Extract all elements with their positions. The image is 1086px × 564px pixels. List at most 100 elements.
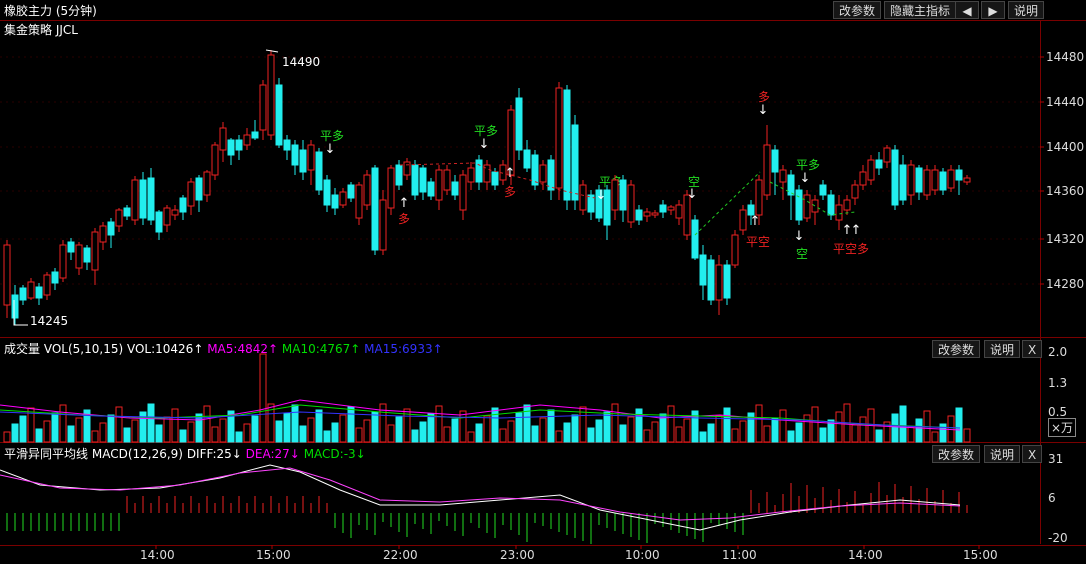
candle-body xyxy=(211,144,219,176)
candle-body xyxy=(227,139,235,156)
macd-help-button[interactable]: 说明 xyxy=(984,445,1021,463)
candle-body xyxy=(67,241,75,253)
candle-body xyxy=(75,244,83,269)
candle-body xyxy=(787,174,795,196)
volume-bar xyxy=(491,407,499,443)
volume-bar xyxy=(419,421,427,443)
volume-bar xyxy=(147,403,155,443)
volume-bar xyxy=(67,425,75,443)
candle-body xyxy=(867,159,875,181)
volume-bar xyxy=(395,416,403,443)
candle-body xyxy=(827,194,835,216)
candle-body xyxy=(475,159,483,183)
volume-label: 成交量 xyxy=(4,342,41,356)
volume-bar xyxy=(339,414,347,443)
candle-body xyxy=(931,169,939,191)
candle-body xyxy=(555,87,563,189)
candle-body xyxy=(355,184,363,219)
volume-bar xyxy=(955,407,963,443)
chart-canvas: ↓↑↓↑↓ ↓↓↑↓↓ ↑↑ xyxy=(0,49,1044,549)
candle-body xyxy=(179,197,187,213)
candle-body xyxy=(171,209,179,216)
volume-bar xyxy=(19,415,27,443)
volume-bar xyxy=(43,420,51,443)
volume-bar xyxy=(131,419,139,443)
candle-body xyxy=(963,177,971,183)
macd-params-button[interactable]: 改参数 xyxy=(932,445,981,463)
candle-body xyxy=(539,164,547,183)
volume-bar xyxy=(507,420,515,443)
volume-bar xyxy=(939,423,947,443)
time-tick: 14:00 xyxy=(140,548,175,562)
volume-bar xyxy=(299,425,307,443)
candle-body xyxy=(795,189,803,221)
high-leader-line xyxy=(265,49,279,53)
candle-body xyxy=(755,179,763,216)
volume-bar xyxy=(259,353,267,443)
volume-bar xyxy=(587,427,595,443)
volume-bar xyxy=(483,415,491,443)
volume-help-button[interactable]: 说明 xyxy=(984,340,1021,358)
volume-bar xyxy=(699,431,707,443)
candle-body xyxy=(347,184,355,199)
volume-bar xyxy=(915,418,923,443)
candle-body xyxy=(915,167,923,193)
volume-ma15: MA15:6933↑ xyxy=(364,342,443,356)
candle-body xyxy=(411,164,419,196)
candle-body xyxy=(819,184,827,196)
volume-bar xyxy=(99,422,107,443)
volume-bar xyxy=(611,403,619,443)
volume-bar xyxy=(115,406,123,443)
candle-body xyxy=(155,211,163,233)
volume-bar xyxy=(283,412,291,443)
volume-bar xyxy=(899,405,907,443)
volume-bar xyxy=(323,430,331,443)
volume-bar xyxy=(603,411,611,443)
volume-bar xyxy=(835,411,843,443)
candle-body xyxy=(627,184,635,223)
volume-bar xyxy=(563,422,571,443)
candle-body xyxy=(891,149,899,206)
volume-bar xyxy=(523,404,531,443)
candle-body xyxy=(435,169,443,201)
volume-bar xyxy=(531,425,539,443)
volume-bar xyxy=(203,405,211,443)
volume-bar xyxy=(595,419,603,443)
volume-bar xyxy=(627,416,635,443)
volume-bar xyxy=(35,428,43,443)
time-tick: 10:00 xyxy=(625,548,660,562)
candle-body xyxy=(707,259,715,301)
candle-body xyxy=(907,164,915,196)
volume-tick-mid: 1.3 xyxy=(1048,376,1068,390)
volume-bar xyxy=(179,429,187,443)
volume-header: 成交量 VOL(5,10,15) VOL:10426↑ MA5:4842↑ MA… xyxy=(4,340,443,357)
volume-bar xyxy=(683,418,691,443)
candle-body xyxy=(203,171,211,196)
volume-bar xyxy=(315,409,323,443)
candle-body xyxy=(59,244,67,279)
candle-body xyxy=(331,194,339,209)
candle-body xyxy=(643,211,651,217)
candle-body xyxy=(451,181,459,196)
volume-bar xyxy=(723,407,731,443)
candle-body xyxy=(875,159,883,169)
candle-body xyxy=(283,139,291,151)
volume-bar xyxy=(811,406,819,443)
candle-body xyxy=(611,179,619,211)
volume-bar xyxy=(75,417,83,443)
candle-body xyxy=(35,286,43,299)
volume-bar xyxy=(931,431,939,443)
volume-value: VOL:10426↑ xyxy=(126,342,204,356)
volume-bar xyxy=(739,420,747,443)
macd-diff: DIFF:25↓ xyxy=(186,447,242,461)
candle-body xyxy=(699,254,707,286)
macd-close-button[interactable]: X xyxy=(1022,445,1043,463)
candle-body xyxy=(195,177,203,201)
volume-bar xyxy=(235,431,243,443)
volume-bar xyxy=(819,427,827,443)
candle-body xyxy=(235,139,243,151)
volume-unit-badge: ×万 xyxy=(1048,418,1077,437)
macd-tick-low: -20 xyxy=(1048,531,1068,545)
volume-close-button[interactable]: X xyxy=(1022,340,1043,358)
volume-params-button[interactable]: 改参数 xyxy=(932,340,981,358)
